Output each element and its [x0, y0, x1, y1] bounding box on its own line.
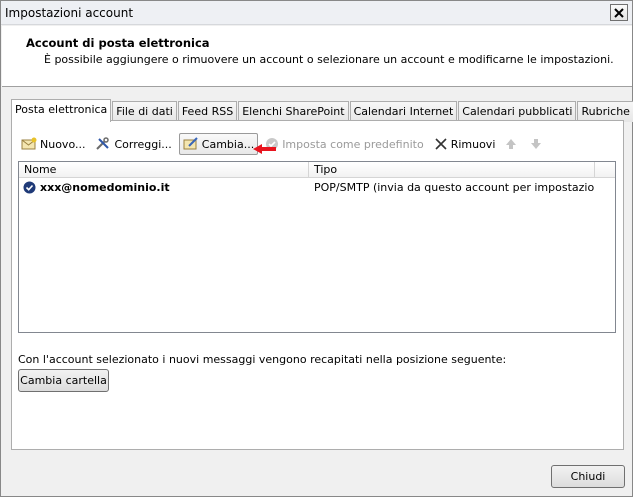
set-default-button[interactable]: Imposta come predefinito: [262, 133, 427, 155]
column-header-filler: [595, 162, 615, 178]
tools-icon: [96, 137, 110, 150]
account-name-cell: xxx@nomedominio.it: [19, 181, 309, 194]
list-header: Nome Tipo: [19, 162, 615, 178]
window-title: Impostazioni account: [5, 6, 134, 20]
title-bar[interactable]: Impostazioni account: [1, 1, 632, 25]
remove-account-label: Rimuovi: [450, 137, 496, 151]
tab-calendari-internet[interactable]: Calendari Internet: [349, 101, 458, 122]
edit-account-icon: [183, 137, 198, 150]
repair-account-label: Correggi...: [114, 137, 172, 151]
account-name: xxx@nomedominio.it: [40, 181, 170, 194]
column-header-name[interactable]: Nome: [19, 162, 309, 178]
table-row[interactable]: xxx@nomedominio.it POP/SMTP (invia da qu…: [19, 179, 599, 196]
close-button[interactable]: Chiudi: [551, 465, 625, 488]
change-account-button[interactable]: Cambia...: [178, 133, 259, 155]
header-description: È possibile aggiungere o rimuovere un ac…: [44, 53, 614, 66]
email-tab-panel: Nuovo... Correggi... Cambia... Imposta c…: [11, 120, 624, 450]
header-title: Account di posta elettronica: [26, 36, 210, 50]
tab-rubriche[interactable]: Rubriche: [577, 101, 633, 122]
move-down-button[interactable]: [527, 133, 548, 155]
account-list[interactable]: Nome Tipo xxx@nomedominio.it POP/SMTP (i…: [18, 161, 616, 333]
delivery-location-text: Con l'account selezionato i nuovi messag…: [18, 353, 507, 366]
change-account-label: Cambia...: [201, 137, 255, 151]
close-icon: [614, 7, 624, 18]
change-folder-button[interactable]: Cambia cartella: [18, 369, 109, 392]
account-toolbar: Nuovo... Correggi... Cambia... Imposta c…: [18, 133, 552, 155]
remove-account-button[interactable]: Rimuovi: [431, 133, 499, 155]
repair-account-button[interactable]: Correggi...: [92, 133, 174, 155]
tab-elenchi-sharepoint[interactable]: Elenchi SharePoint: [238, 101, 349, 122]
tab-feed-rss[interactable]: Feed RSS: [177, 101, 238, 122]
tab-file-di-dati[interactable]: File di dati: [112, 101, 177, 122]
red-arrow-annotation: [253, 144, 276, 154]
tab-calendari-pubblicati[interactable]: Calendari pubblicati: [458, 101, 577, 122]
header-panel: Account di posta elettronica È possibile…: [2, 26, 632, 87]
column-header-type[interactable]: Tipo: [309, 162, 595, 178]
set-default-label: Imposta come predefinito: [282, 137, 424, 151]
default-account-check-icon: [23, 181, 36, 194]
move-up-button[interactable]: [502, 133, 523, 155]
account-type: POP/SMTP (invia da questo account per im…: [314, 181, 595, 194]
arrow-up-icon: [506, 139, 517, 149]
new-account-label: Nuovo...: [40, 137, 86, 151]
tab-posta-elettronica[interactable]: Posta elettronica: [11, 99, 112, 122]
new-account-button[interactable]: Nuovo...: [18, 133, 88, 155]
tab-strip: Posta elettronica File di dati Feed RSS …: [11, 99, 633, 122]
remove-x-icon: [435, 138, 447, 150]
arrow-down-icon: [531, 139, 542, 149]
new-mail-icon: [21, 137, 37, 150]
close-window-button[interactable]: [610, 4, 628, 21]
account-settings-window: Impostazioni account Account di posta el…: [0, 0, 633, 497]
